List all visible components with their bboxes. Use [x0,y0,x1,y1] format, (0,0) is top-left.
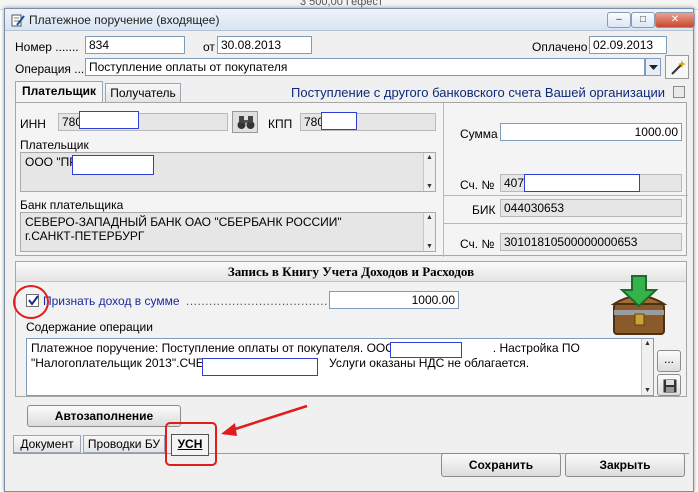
magic-wand-icon [671,60,686,75]
annotation-rectangle [165,422,217,466]
book-title: Запись в Книгу Учета Доходов и Расходов [227,264,475,279]
book-panel: Запись в Книгу Учета Доходов и Расходов … [15,261,687,397]
floppy-disk-icon [663,379,677,393]
title-bar[interactable]: Платежное поручение (входящее) – □ ✕ [5,9,695,31]
save-content-button[interactable] [657,374,681,396]
document-pen-icon [11,14,25,27]
bik-label: БИК [472,203,496,217]
tab-payer[interactable]: Плательщик [15,81,103,103]
bik-input[interactable]: 044030653 [500,199,682,217]
bank-label: Банк плательщика [20,198,124,212]
other-account-label: Поступление с другого банковского счета … [291,85,666,100]
binoculars-icon [237,116,255,129]
content-text-2b: Услуги оказаны НДС не облагается. [329,356,530,370]
kpp-label: КПП [268,117,293,131]
tab-document[interactable]: Документ [13,435,81,453]
autofill-button[interactable]: Автозаполнение [27,405,181,427]
payer-name-text: ООО "ПР [25,155,78,169]
paid-date-input[interactable]: 02.09.2013 [589,36,667,54]
content-text-1a: Платежное поручение: Поступление оплаты … [31,341,419,355]
maximize-button[interactable]: □ [631,12,655,28]
redaction-box [390,342,462,358]
background-snippet: 3 500,00 Гефест [300,0,383,8]
content-text-1b: . Настройка ПО [492,341,580,355]
row-divider [444,195,688,196]
sum-label: Сумма [460,127,498,141]
payer-name-scrollbar[interactable]: ▲ ▼ [423,153,435,191]
chevron-down-icon [649,65,658,70]
treasure-chest-icon [610,275,668,335]
number-input[interactable]: 834 [85,36,185,54]
recognize-income-label: Признать доход в сумме [43,294,180,308]
account-label: Сч. № [460,178,495,192]
content-text-2a: "Налогоплательщик 2013".СЧЕТ [31,356,212,370]
operation-dropdown-button[interactable] [645,58,661,76]
operation-select[interactable]: Поступление оплаты от покупателя [85,58,645,76]
corr-account-label: Сч. № [460,237,495,251]
tab-recipient[interactable]: Получатель [105,83,181,103]
paid-label: Оплачено [532,40,588,54]
recognize-income-input[interactable]: 1000.00 [329,291,459,309]
payer-label: Плательщик [20,138,89,152]
close-window-button[interactable]: ✕ [655,12,695,28]
close-button[interactable]: Закрыть [565,453,685,477]
row-divider [444,223,688,224]
operation-wizard-button[interactable] [665,55,689,79]
payer-panel: ИНН 780 КПП 780 Плательщик ООО "ПР ▲ ▼ Ба… [15,102,688,257]
window-title: Платежное поручение (входящее) [29,13,220,27]
bank-line-2: г.САНКТ-ПЕТЕРБУРГ [25,229,145,243]
content-textarea[interactable]: Платежное поручение: Поступление оплаты … [26,338,654,396]
redaction-box [79,111,139,129]
redaction-box [524,174,640,192]
other-account-checkbox[interactable] [673,86,685,98]
annotation-arrow [221,404,308,436]
content-label: Содержание операции [26,320,153,334]
inn-label: ИНН [20,117,46,131]
operation-label: Операция ... [15,62,85,76]
bank-line-1: СЕВЕРО-ЗАПАДНЫЙ БАНК ОАО "СБЕРБАНК РОССИ… [25,215,342,229]
number-label: Номер ....... [15,40,79,54]
content-lookup-button[interactable]: ... [657,350,681,372]
date-label: от [203,40,215,54]
corr-account-input[interactable]: 30101810500000000653 [500,233,682,251]
sum-input[interactable]: 1000.00 [500,123,682,141]
redaction-box [202,358,318,376]
payment-order-window: Платежное поручение (входящее) – □ ✕ Ном… [4,8,695,492]
save-button[interactable]: Сохранить [441,453,561,477]
redaction-box [72,155,154,175]
tab-postings[interactable]: Проводки БУ [83,435,165,453]
bank-name-scrollbar[interactable]: ▲ ▼ [423,213,435,251]
redaction-box [321,112,357,130]
bank-name-field[interactable]: СЕВЕРО-ЗАПАДНЫЙ БАНК ОАО "СБЕРБАНК РОССИ… [20,212,436,252]
content-scrollbar[interactable]: ▲ ▼ [641,339,653,395]
book-header: Запись в Книгу Учета Доходов и Расходов [16,262,686,282]
inn-lookup-button[interactable] [232,111,258,133]
column-divider [443,103,444,257]
date-input[interactable]: 30.08.2013 [217,36,312,54]
minimize-button[interactable]: – [607,12,631,28]
annotation-circle [13,285,49,319]
